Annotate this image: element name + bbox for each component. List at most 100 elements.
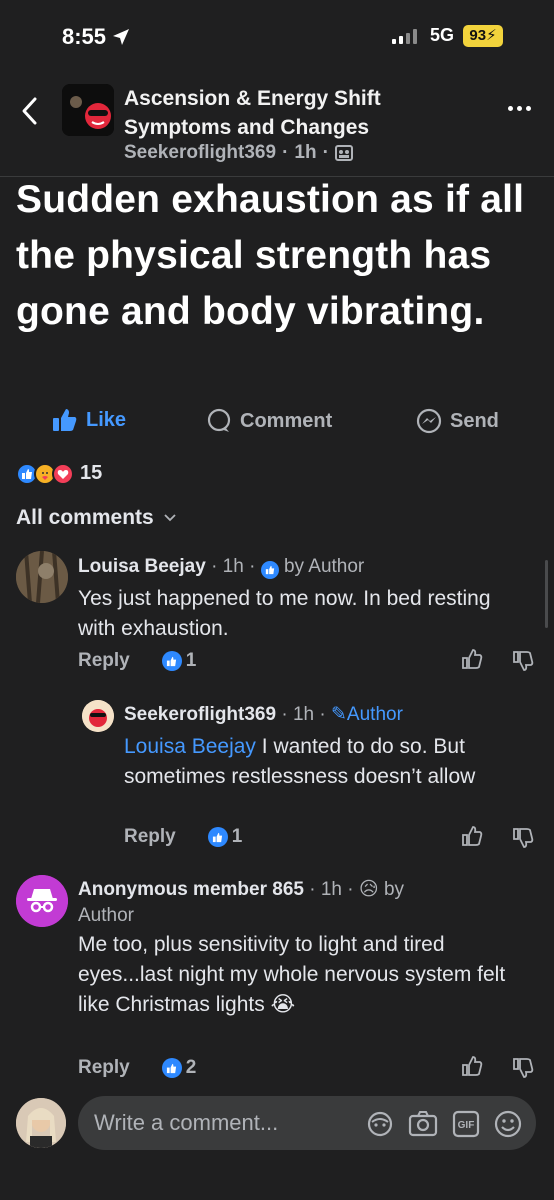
comments-filter-label: All comments	[16, 506, 154, 529]
send-label: Send	[450, 409, 499, 432]
like-button[interactable]: Like	[52, 408, 126, 432]
comment-header: Seekeroflight369 · 1h · ✎Author	[124, 702, 403, 728]
meta-separator: ·	[282, 142, 289, 163]
meta-separator: ·	[319, 704, 326, 725]
comment-like-count[interactable]: 2	[161, 1057, 197, 1079]
reply-button[interactable]: Reply	[78, 650, 130, 672]
comment-text: Louisa Beejay I wanted to do so. But som…	[124, 732, 524, 792]
status-time: 8:55	[62, 24, 130, 50]
comments-filter[interactable]: All comments	[16, 506, 176, 530]
like-badge-icon	[161, 1058, 182, 1078]
thumbs-up-icon	[53, 409, 77, 431]
send-button[interactable]: Send	[416, 408, 499, 434]
group-logo-icon	[62, 84, 114, 136]
downvote-icon[interactable]	[512, 827, 534, 849]
commenter-name[interactable]: Seekeroflight369	[124, 704, 276, 725]
meta-separator: ·	[211, 556, 218, 577]
gif-icon[interactable]: GIF	[452, 1110, 480, 1138]
upvote-icon[interactable]	[461, 1055, 483, 1077]
messenger-icon	[416, 408, 442, 434]
author-badge: by Author	[283, 556, 365, 577]
comment-input[interactable]: Write a comment... GIF	[78, 1096, 536, 1150]
meta-separator: ·	[347, 879, 354, 900]
group-title[interactable]: Ascension & Energy Shift Symptoms and Ch…	[124, 84, 484, 142]
comment-placeholder: Write a comment...	[94, 1110, 279, 1135]
like-badge-icon	[161, 651, 182, 671]
comment-header: Anonymous member 865 · 1h · 😥 by Author	[78, 877, 518, 929]
meta-separator: ·	[249, 556, 256, 577]
battery-level: 93	[469, 27, 487, 44]
post-text: Sudden exhaustion as if all the physical…	[16, 178, 525, 333]
group-visibility-icon	[334, 145, 353, 161]
comment-like-count[interactable]: 1	[161, 650, 197, 672]
scroll-indicator	[545, 560, 548, 628]
comment-button[interactable]: Comment	[206, 408, 332, 434]
comment-actions: Reply 1	[124, 826, 242, 848]
location-arrow-icon	[113, 29, 130, 45]
upvote-icon[interactable]	[461, 648, 483, 670]
comment-composer: Write a comment... GIF	[0, 1090, 554, 1200]
like-count-text: 1	[231, 826, 243, 847]
comment-time: 1h	[320, 879, 342, 900]
mention-link[interactable]: Louisa Beejay	[124, 735, 256, 758]
network-label: 5G	[430, 25, 455, 45]
author-badge: ✎Author	[331, 704, 403, 725]
like-count-text: 1	[185, 650, 197, 671]
author-like-icon	[260, 561, 279, 579]
chevron-left-icon	[22, 97, 37, 125]
avatar-photo	[82, 700, 114, 732]
camera-icon[interactable]	[408, 1110, 438, 1138]
post-meta: Seekeroflight369 · 1h ·	[124, 142, 353, 164]
back-button[interactable]	[20, 96, 44, 126]
like-label: Like	[86, 408, 127, 431]
comment-like-count[interactable]: 1	[207, 826, 243, 848]
chevron-down-icon	[164, 514, 176, 522]
meta-separator: ·	[281, 704, 288, 725]
avatar[interactable]	[82, 700, 114, 732]
reply-button[interactable]: Reply	[124, 826, 176, 848]
crying-emoji: 😭	[270, 993, 296, 1016]
downvote-icon[interactable]	[512, 1057, 534, 1079]
downvote-icon[interactable]	[512, 650, 534, 672]
emoji-icon[interactable]	[494, 1110, 522, 1138]
comment-actions: Reply 1	[78, 650, 196, 672]
avatar-photo	[16, 1098, 66, 1148]
reply-button[interactable]: Reply	[78, 1057, 130, 1079]
love-reaction-icon	[52, 462, 74, 485]
signal-icon	[392, 28, 417, 44]
commenter-name[interactable]: Anonymous member 865	[78, 879, 304, 900]
author-badge-label: Author	[346, 704, 403, 725]
comment-time: 1h	[292, 704, 315, 725]
more-options-button[interactable]	[508, 98, 542, 118]
comment-header: Louisa Beejay · 1h · by Author	[78, 554, 364, 580]
comment-label: Comment	[240, 409, 333, 432]
reaction-summary[interactable]: 15	[16, 462, 102, 485]
commenter-name[interactable]: Louisa Beejay	[78, 556, 206, 577]
post-header: Ascension & Energy Shift Symptoms and Ch…	[0, 78, 554, 178]
comment-actions: Reply 2	[78, 1057, 196, 1079]
charging-icon: ⚡	[486, 27, 497, 44]
svg-text:GIF: GIF	[458, 1120, 475, 1131]
battery-indicator: 93⚡	[463, 25, 503, 47]
time-text: 8:55	[62, 24, 107, 49]
avatar[interactable]	[16, 551, 68, 603]
reaction-count: 15	[80, 462, 103, 484]
comment-time: 1h	[222, 556, 244, 577]
like-badge-icon	[207, 827, 228, 847]
post-author[interactable]: Seekeroflight369	[124, 142, 276, 164]
group-avatar[interactable]	[62, 84, 114, 136]
author-badge-label: Author	[78, 905, 134, 926]
meta-separator: ·	[309, 879, 316, 900]
status-bar: 8:55 5G 93⚡	[0, 0, 554, 70]
pencil-icon: ✎	[331, 704, 347, 725]
avatar[interactable]	[16, 875, 68, 927]
post-time: 1h	[294, 142, 317, 163]
comment-text: Me too, plus sensitivity to light and ti…	[78, 930, 518, 1020]
like-count-text: 2	[185, 1057, 197, 1078]
comment-bubble-icon	[207, 408, 231, 432]
avatar-sticker-icon[interactable]	[366, 1110, 394, 1138]
sad-reaction-icon: 😥	[358, 879, 379, 900]
meta-separator: ·	[322, 142, 329, 163]
current-user-avatar	[16, 1098, 66, 1148]
upvote-icon[interactable]	[461, 825, 483, 847]
